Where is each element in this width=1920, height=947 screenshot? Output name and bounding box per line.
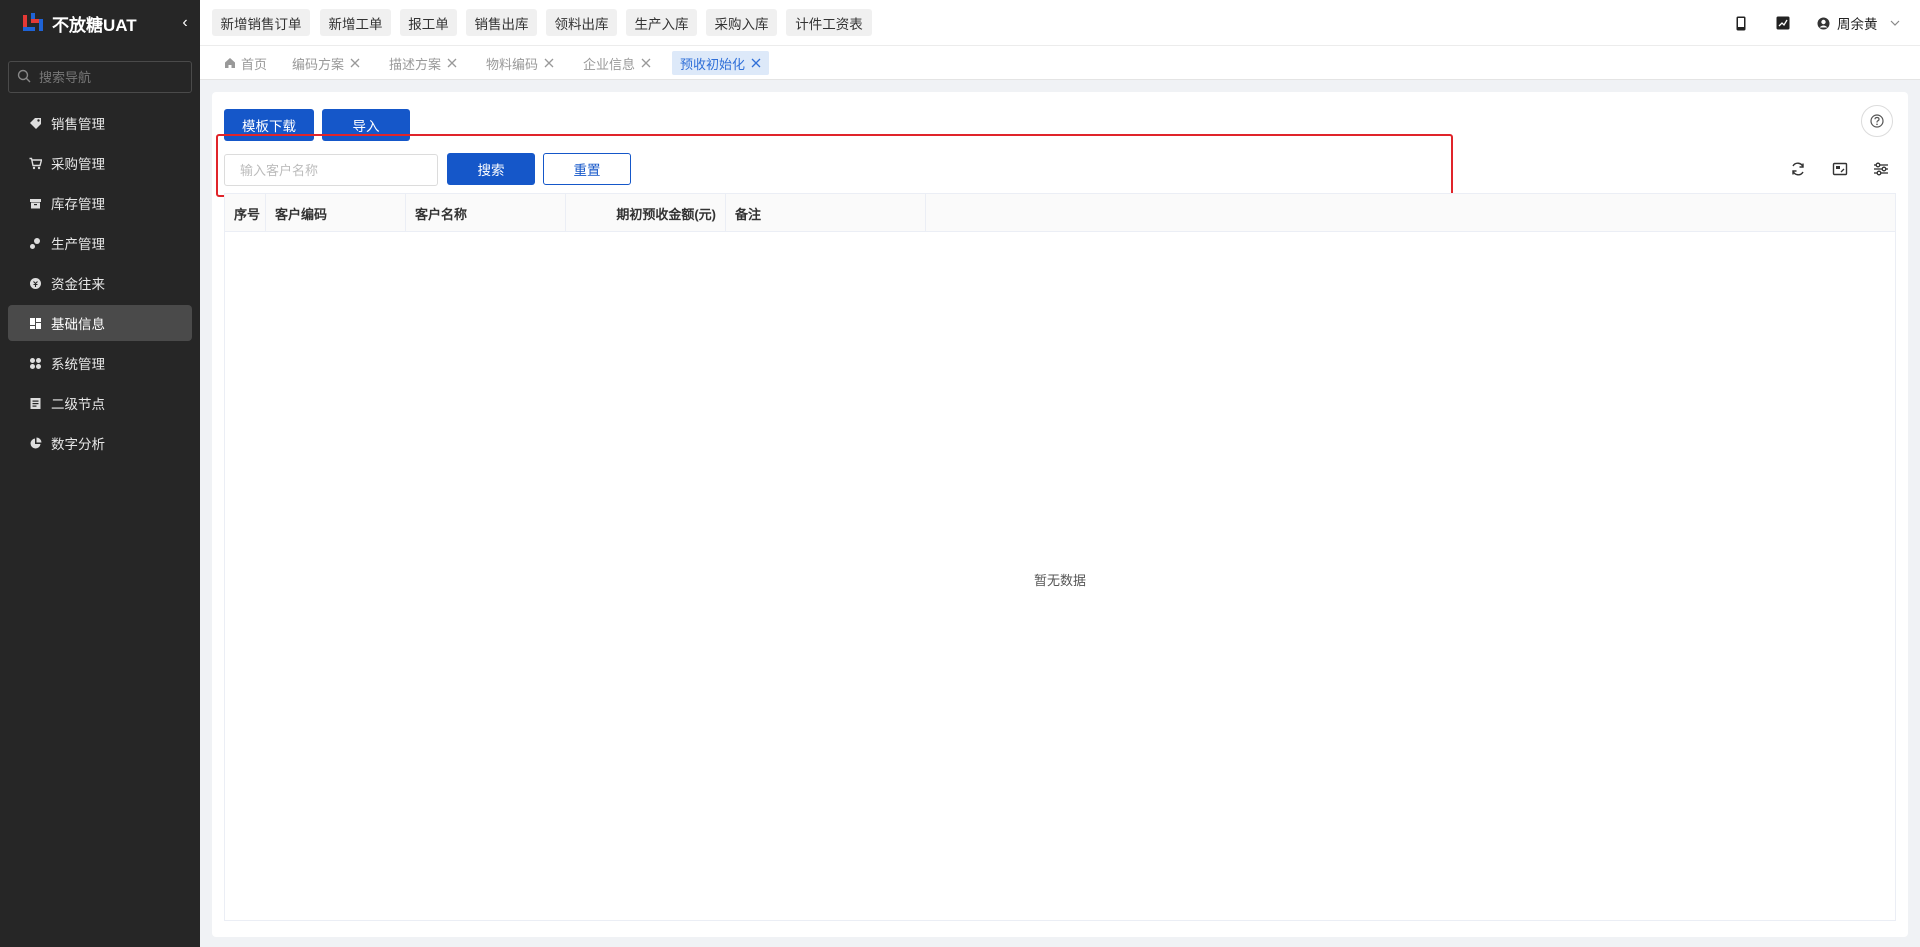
quick-material-issue-button[interactable]: 领料出库	[546, 9, 617, 36]
sidebar-item-funds[interactable]: 资金往来	[8, 265, 192, 301]
tag-icon	[28, 116, 42, 130]
user-menu[interactable]: 周余黄	[1817, 13, 1900, 33]
home-icon	[224, 57, 236, 69]
chart-icon[interactable]	[1774, 14, 1792, 32]
question-icon	[1870, 114, 1884, 128]
sidebar-item-basic-info[interactable]: 基础信息	[8, 305, 192, 341]
box-icon	[28, 196, 42, 210]
collapse-sidebar-button[interactable]: ‹	[176, 13, 194, 33]
chevron-down-icon	[1890, 20, 1900, 26]
sidebar-menu: 销售管理 采购管理 库存管理 生产管理 资金往来 基础信息 系统管理 二级节点	[0, 105, 200, 461]
nav-search-input[interactable]	[39, 69, 169, 85]
template-download-button[interactable]: 模板下载	[224, 109, 314, 141]
brand: 不放糖UAT ‹	[0, 0, 200, 46]
tab-advance-receipt-init[interactable]: 预收初始化	[672, 51, 770, 75]
close-icon[interactable]	[350, 58, 360, 68]
search-icon	[17, 69, 31, 86]
production-icon	[28, 236, 42, 250]
customer-name-input[interactable]	[224, 154, 438, 186]
quick-piecework-wage-button[interactable]: 计件工资表	[786, 9, 872, 36]
search-button[interactable]: 搜索	[447, 153, 535, 185]
sidebar-item-label: 二级节点	[51, 397, 105, 412]
grid-icon	[28, 356, 42, 370]
import-button[interactable]: 导入	[322, 109, 410, 141]
tab-label: 描述方案	[389, 56, 442, 72]
tab-label: 编码方案	[292, 56, 345, 72]
tab-bar: 首页 编码方案 描述方案 物料编码 企业信息 预收初始化	[200, 46, 1920, 80]
dashboard-icon	[28, 316, 42, 330]
quick-sales-outbound-button[interactable]: 销售出库	[466, 9, 537, 36]
sidebar-item-label: 库存管理	[51, 197, 105, 212]
sidebar: 不放糖UAT ‹ 销售管理 采购管理 库存管理 生产管理 资金往来	[0, 0, 200, 947]
column-header-remarks: 备注	[726, 194, 926, 232]
table-header: 序号 客户编码 客户名称 期初预收金额(元) 备注	[225, 194, 1895, 232]
advance-receipt-table: 序号 客户编码 客户名称 期初预收金额(元) 备注 暂无数据	[224, 193, 1896, 921]
sidebar-item-label: 资金往来	[51, 277, 105, 292]
refresh-icon[interactable]	[1788, 159, 1808, 179]
tab-label: 预收初始化	[680, 56, 746, 72]
fund-icon	[28, 276, 42, 290]
column-density-icon[interactable]	[1830, 159, 1850, 179]
close-icon[interactable]	[751, 58, 761, 68]
quick-new-sales-order-button[interactable]: 新增销售订单	[212, 9, 310, 36]
tab-label: 企业信息	[583, 56, 636, 72]
tab-home[interactable]: 首页	[224, 51, 267, 75]
column-header-index: 序号	[225, 194, 266, 232]
sidebar-item-production[interactable]: 生产管理	[8, 225, 192, 261]
sidebar-item-sales[interactable]: 销售管理	[8, 105, 192, 141]
help-button[interactable]	[1861, 105, 1893, 137]
chevron-left-icon: ‹	[182, 14, 188, 31]
column-header-customer-code: 客户编码	[266, 194, 406, 232]
empty-state-text: 暂无数据	[1033, 573, 1086, 588]
reset-button[interactable]: 重置	[543, 153, 631, 185]
app-title: 不放糖UAT	[52, 15, 137, 35]
tab-label: 首页	[241, 56, 268, 72]
tab-company-info[interactable]: 企业信息	[583, 51, 651, 75]
close-icon[interactable]	[447, 58, 457, 68]
close-icon[interactable]	[544, 58, 554, 68]
sidebar-item-label: 数字分析	[51, 437, 105, 452]
quick-production-inbound-button[interactable]: 生产入库	[626, 9, 697, 36]
close-icon[interactable]	[641, 58, 651, 68]
tab-material-code[interactable]: 物料编码	[486, 51, 554, 75]
nav-search-box[interactable]	[8, 61, 192, 93]
user-name: 周余黄	[1837, 17, 1878, 32]
mobile-icon[interactable]	[1732, 14, 1750, 32]
tab-coding-scheme[interactable]: 编码方案	[292, 51, 360, 75]
sidebar-item-secondary-node[interactable]: 二级节点	[8, 385, 192, 421]
column-header-customer-name: 客户名称	[406, 194, 566, 232]
sidebar-item-purchase[interactable]: 采购管理	[8, 145, 192, 181]
settings-sliders-icon[interactable]	[1871, 159, 1891, 179]
sidebar-item-label: 基础信息	[51, 317, 105, 332]
quick-report-button[interactable]: 报工单	[400, 9, 457, 36]
sidebar-item-label: 生产管理	[51, 237, 105, 252]
user-icon	[1817, 17, 1830, 30]
column-header-opening-amount: 期初预收金额(元)	[566, 194, 726, 232]
tab-description-scheme[interactable]: 描述方案	[389, 51, 457, 75]
brand-logo-icon	[20, 10, 46, 36]
cart-icon	[28, 156, 42, 170]
document-icon	[28, 396, 42, 410]
pie-chart-icon	[28, 436, 42, 450]
sidebar-item-inventory[interactable]: 库存管理	[8, 185, 192, 221]
sidebar-item-label: 销售管理	[51, 117, 105, 132]
quick-new-work-order-button[interactable]: 新增工单	[320, 9, 391, 36]
top-bar: 新增销售订单 新增工单 报工单 销售出库 领料出库 生产入库 采购入库 计件工资…	[200, 0, 1920, 46]
quick-purchase-inbound-button[interactable]: 采购入库	[706, 9, 777, 36]
sidebar-item-label: 系统管理	[51, 357, 105, 372]
tab-label: 物料编码	[486, 56, 539, 72]
sidebar-item-label: 采购管理	[51, 157, 105, 172]
sidebar-item-digital-analysis[interactable]: 数字分析	[8, 425, 192, 461]
sidebar-item-system[interactable]: 系统管理	[8, 345, 192, 381]
